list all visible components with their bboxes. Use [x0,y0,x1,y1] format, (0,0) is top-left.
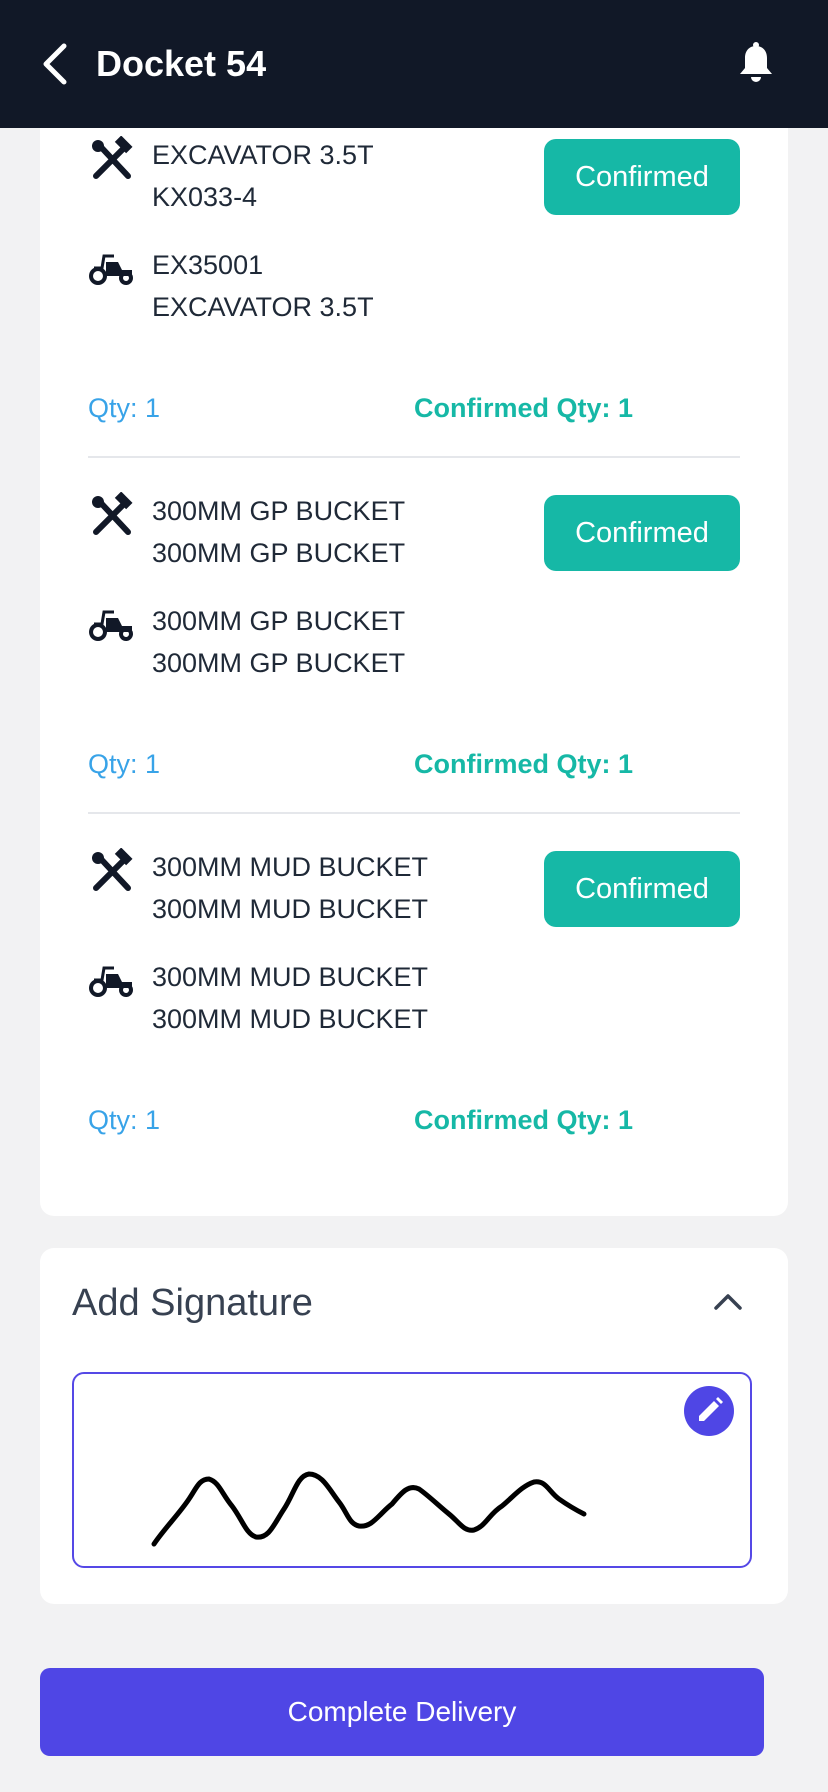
supplied-item-code: EX35001 [152,250,264,280]
item-divider [88,456,740,458]
qty-label: Qty: 1 [88,749,161,779]
confirmed-qty-label: Confirmed Qty: 1 [414,393,634,423]
signature-section-title: Add Signature [72,1282,313,1324]
tools-icon [92,492,133,535]
page-title: Docket 54 [96,43,267,84]
chevron-left-icon [43,43,67,85]
requested-item-code: 300MM MUD BUCKET [152,894,429,924]
confirmed-qty-label: Confirmed Qty: 1 [414,749,634,779]
status-badge: Confirmed [544,851,740,927]
requested-item-code: 300MM GP BUCKET [152,538,406,568]
tractor-icon [89,254,133,285]
status-badge: Confirmed [544,495,740,571]
tractor-icon [89,610,133,641]
supplied-item-name: 300MM GP BUCKET [152,648,406,678]
supplied-item-name: EXCAVATOR 3.5T [152,292,374,322]
collapse-signature-button[interactable] [708,1286,748,1318]
app-header: Docket 54 [0,0,828,128]
chevron-up-icon [714,1294,742,1310]
complete-delivery-button[interactable]: Complete Delivery [40,1668,764,1756]
supplied-item-code: 300MM GP BUCKET [152,606,406,636]
requested-item-name: 300MM MUD BUCKET [152,852,429,882]
signature-pad[interactable] [72,1372,752,1568]
docket-items-card: EXCAVATOR 3.5T KX033-4 Confirmed EX35001… [40,80,788,1216]
requested-item-code: KX033-4 [152,182,258,212]
item-divider [88,812,740,814]
qty-label: Qty: 1 [88,1105,161,1135]
back-button[interactable] [36,40,76,88]
requested-item-name: 300MM GP BUCKET [152,496,406,526]
tractor-icon [89,966,133,997]
status-badge: Confirmed [544,139,740,215]
supplied-item-name: 300MM MUD BUCKET [152,1004,429,1034]
qty-label: Qty: 1 [88,393,161,423]
bell-icon [740,42,772,82]
tools-icon [92,848,133,891]
supplied-item-code: 300MM MUD BUCKET [152,962,429,992]
signature-card: Add Signature [40,1248,788,1604]
notifications-button[interactable] [736,42,776,86]
pencil-icon [699,1397,723,1421]
requested-item-name: EXCAVATOR 3.5T [152,140,374,170]
confirmed-qty-label: Confirmed Qty: 1 [414,1105,634,1135]
tools-icon [92,136,133,179]
edit-signature-button[interactable] [684,1386,734,1436]
signature-drawing [151,1471,587,1547]
